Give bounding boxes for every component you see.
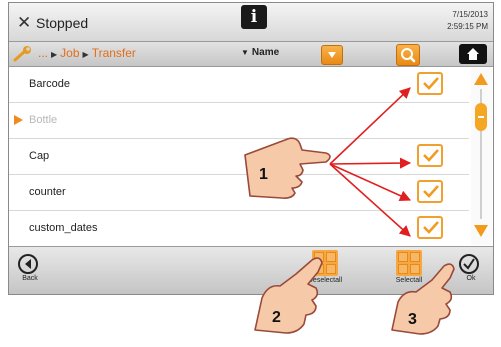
callout-number: 2: [272, 309, 281, 326]
list-item[interactable]: counter: [9, 175, 469, 211]
checkmark-icon: [423, 185, 439, 198]
deselect-all-icon: [312, 250, 338, 276]
ok-check-icon: [459, 254, 479, 274]
back-arrow-icon: [18, 254, 38, 274]
item-checkbox[interactable]: [417, 216, 443, 239]
date-text: 7/15/2013: [452, 10, 488, 19]
list-item-label: custom_dates: [29, 222, 98, 234]
close-icon[interactable]: ✕: [17, 13, 31, 33]
info-button[interactable]: i: [241, 5, 267, 29]
back-button[interactable]: Back: [15, 254, 45, 290]
sort-label: Name: [251, 47, 280, 58]
sort-dropdown-button[interactable]: [321, 45, 343, 65]
checkmark-icon: [423, 77, 439, 90]
breadcrumb-transfer: Transfer: [91, 46, 136, 60]
sort-selector[interactable]: ▼ Name: [241, 47, 279, 58]
device-screen: ✕ Stopped i 7/15/2013 2:59:15 PM ... ▶ Job…: [8, 2, 494, 295]
list-item[interactable]: Cap: [9, 139, 469, 175]
select-all-label: Selectall: [395, 277, 423, 284]
bottom-toolbar: Back Deselectall Selectall Ok: [9, 246, 493, 294]
list-item-label: Bottle: [29, 114, 58, 126]
select-all-button[interactable]: Selectall: [379, 250, 439, 292]
breadcrumb-separator-icon: ▶: [51, 50, 58, 59]
deselect-all-button[interactable]: Deselectall: [295, 250, 355, 292]
breadcrumb-job[interactable]: Job: [60, 46, 79, 60]
callout-number: 3: [408, 311, 417, 328]
list-scrollbar[interactable]: [471, 67, 492, 245]
sort-down-icon: ▼: [241, 48, 249, 57]
list-item[interactable]: Barcode: [9, 67, 469, 103]
file-list: Barcode Bottle Cap counter custom_dates: [9, 67, 469, 247]
item-checkbox[interactable]: [417, 144, 443, 167]
item-checkbox[interactable]: [417, 180, 443, 203]
scroll-thumb[interactable]: [475, 103, 487, 131]
home-button[interactable]: [459, 44, 487, 64]
breadcrumb-ellipsis[interactable]: ...: [38, 46, 48, 60]
scroll-up-icon[interactable]: [474, 73, 488, 85]
checkmark-icon: [423, 149, 439, 162]
home-icon: [467, 48, 479, 60]
ok-label: Ok: [466, 275, 476, 282]
list-item[interactable]: custom_dates: [9, 211, 469, 247]
list-item-label: counter: [29, 186, 66, 198]
selected-row-marker-icon: [14, 115, 23, 125]
breadcrumb-separator-icon: ▶: [82, 50, 89, 59]
title-bar: ✕ Stopped i 7/15/2013 2:59:15 PM: [9, 3, 493, 42]
item-checkbox[interactable]: [417, 72, 443, 95]
ok-button[interactable]: Ok: [456, 254, 486, 290]
printer-status: Stopped: [36, 15, 89, 31]
list-item-label: Barcode: [29, 78, 70, 90]
list-item-label: Cap: [29, 150, 50, 162]
search-button[interactable]: [396, 44, 420, 66]
datetime: 7/15/2013 2:59:15 PM: [447, 9, 488, 33]
deselect-all-label: Deselectall: [307, 277, 343, 284]
wrench-icon[interactable]: [13, 46, 33, 62]
list-item[interactable]: Bottle: [9, 103, 469, 139]
nav-bar: ... ▶ Job ▶ Transfer ▼ Name: [9, 42, 493, 67]
back-label: Back: [22, 275, 38, 282]
time-text: 2:59:15 PM: [447, 22, 488, 31]
checkmark-icon: [423, 221, 439, 234]
scroll-down-icon[interactable]: [474, 225, 488, 237]
breadcrumb: ... ▶ Job ▶ Transfer: [38, 46, 136, 60]
info-icon: i: [250, 7, 258, 27]
search-icon: [401, 48, 416, 63]
select-all-icon: [396, 250, 422, 276]
